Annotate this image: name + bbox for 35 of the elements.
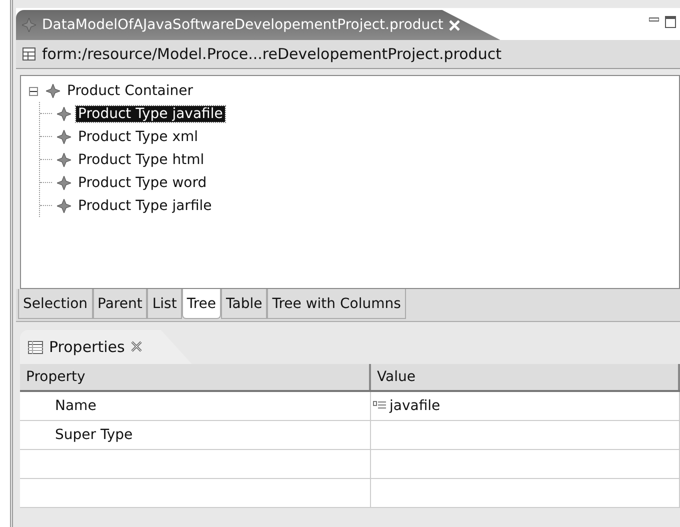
properties-tab[interactable]: Properties	[20, 330, 192, 364]
maximize-icon[interactable]	[665, 16, 676, 28]
resource-path: form:/resource/Model.Proce...reDevelopementProject.product	[42, 45, 502, 63]
column-header[interactable]: Property	[20, 364, 370, 391]
form-icon	[22, 47, 36, 61]
close-icon[interactable]	[130, 340, 142, 354]
tree-item[interactable]: Product Type javafile	[76, 106, 225, 122]
tree-item[interactable]: Product Type xml	[76, 128, 200, 144]
model-file-icon	[22, 18, 36, 32]
tree-item[interactable]: Product Type word	[76, 174, 209, 190]
page-tab[interactable]: Tree	[182, 289, 222, 319]
page-tab[interactable]: Tree with Columns	[267, 289, 406, 319]
text-value-icon	[372, 400, 386, 410]
diamond-icon	[57, 106, 71, 120]
property-name: Name	[55, 398, 96, 414]
diamond-icon	[46, 84, 60, 98]
properties-tab-title: Properties	[49, 338, 125, 356]
table-icon	[28, 340, 43, 354]
collapse-toggle[interactable]	[29, 86, 38, 96]
column-header[interactable]: Value	[370, 364, 679, 391]
page-tab[interactable]: Selection	[18, 289, 93, 319]
page-tab[interactable]: Table	[221, 289, 268, 319]
tree-item[interactable]: Product Container	[65, 83, 196, 99]
diamond-icon	[57, 198, 71, 212]
property-name: Super Type	[55, 427, 133, 443]
property-value: javafile	[390, 398, 440, 414]
tree-item[interactable]: Product Type jarfile	[76, 198, 214, 214]
tree-item[interactable]: Product Type html	[76, 152, 206, 168]
diamond-icon	[57, 130, 71, 144]
editor-tab-title: DataModelOfAJavaSoftwareDevelopementProject.product	[42, 17, 444, 33]
page-tab[interactable]: List	[147, 289, 182, 319]
page-tab[interactable]: Parent	[92, 289, 148, 319]
diamond-icon	[57, 152, 71, 166]
diamond-icon	[57, 176, 71, 190]
editor-tab[interactable]: DataModelOfAJavaSoftwareDevelopementProject.product	[16, 10, 500, 40]
